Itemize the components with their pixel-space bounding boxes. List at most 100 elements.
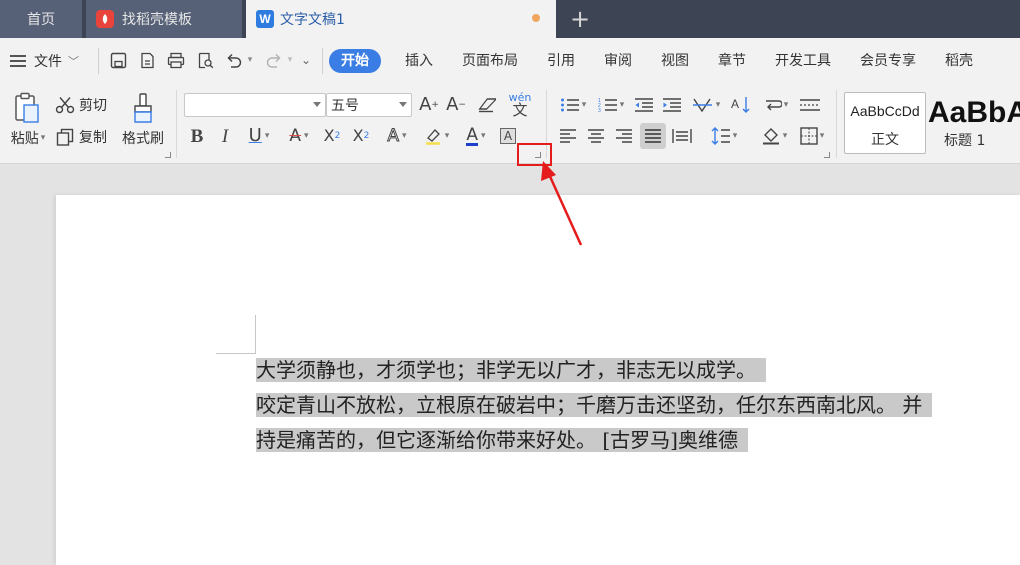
tab-insert[interactable]: 插入 bbox=[395, 49, 443, 73]
group-divider bbox=[176, 90, 177, 158]
tab-member[interactable]: 会员专享 bbox=[850, 49, 926, 73]
font-name-select[interactable] bbox=[184, 93, 326, 117]
table-of-contents-icon[interactable] bbox=[797, 93, 823, 117]
italic-icon[interactable]: I bbox=[214, 124, 236, 148]
print-preview-icon[interactable] bbox=[195, 50, 215, 70]
save-icon[interactable] bbox=[108, 50, 128, 70]
paragraph-launcher-icon[interactable] bbox=[824, 152, 830, 158]
tab-section[interactable]: 章节 bbox=[708, 49, 756, 73]
scissors-icon bbox=[55, 97, 75, 114]
print-icon[interactable] bbox=[166, 50, 186, 70]
brush-icon bbox=[134, 93, 152, 123]
justify-icon[interactable] bbox=[640, 123, 666, 149]
redo-icon[interactable] bbox=[264, 50, 284, 70]
paste-menu-button[interactable]: 粘贴 ▾ bbox=[6, 128, 50, 148]
clipboard-icon bbox=[15, 92, 39, 123]
tab-document[interactable]: W 文字文稿1 bbox=[246, 0, 556, 38]
tab-daoke-label: 找稻壳模板 bbox=[122, 12, 192, 28]
format-painter-label: 格式刷 bbox=[122, 131, 164, 147]
tab-document-label: 文字文稿1 bbox=[280, 12, 345, 28]
paste-button[interactable] bbox=[6, 90, 48, 126]
copy-button[interactable]: 复制 bbox=[55, 126, 111, 148]
customize-toolbar-icon[interactable]: ⌄ bbox=[296, 50, 316, 70]
borders-icon[interactable]: ▾ bbox=[794, 124, 830, 148]
font-color-icon[interactable]: A ▾ bbox=[459, 124, 493, 148]
file-menu-button[interactable]: 文件 ﹀ bbox=[10, 50, 79, 72]
subscript-icon[interactable]: X2 bbox=[349, 124, 373, 148]
chinese-layout-icon[interactable]: ▾ bbox=[688, 93, 724, 117]
paragraph-line[interactable]: 咬定青山不放松，立根原在破岩中；千磨万击还坚劲，任尔东西南北风。 并 bbox=[256, 388, 1020, 422]
sort-icon[interactable]: A bbox=[729, 93, 753, 117]
style-heading-1[interactable]: AaBbA 标题 1 bbox=[928, 92, 1020, 154]
tab-page-layout[interactable]: 页面布局 bbox=[452, 49, 528, 73]
unsaved-dot-icon bbox=[532, 14, 540, 22]
copy-icon bbox=[56, 128, 74, 146]
phonetic-guide-icon[interactable]: wén 文 bbox=[503, 92, 537, 118]
text-effect-icon[interactable]: A ▾ bbox=[380, 124, 414, 148]
shrink-font-icon[interactable]: A − bbox=[445, 93, 467, 117]
document-page[interactable]: 大学须静也，才须学也；非学无以广才，非志无以成学。 咬定青山不放松，立根原在破岩… bbox=[56, 195, 1020, 565]
tab-daoke[interactable]: 稻壳 bbox=[935, 49, 983, 73]
ribbon-toolbar: 粘贴 ▾ 剪切 复制 格式刷 五号 A + A − wén 文 B I U ▾ A ▾ … bbox=[0, 84, 1020, 164]
divider bbox=[322, 48, 323, 74]
tab-home[interactable]: 首页 bbox=[0, 0, 82, 38]
document-area: 大学须静也，才须学也；非学无以广才，非志无以成学。 咬定青山不放松，立根原在破岩… bbox=[0, 165, 1020, 565]
highlight-color-icon[interactable]: ▾ bbox=[419, 124, 453, 148]
style-heading-1-label: 标题 1 bbox=[944, 133, 986, 149]
increase-indent-icon[interactable] bbox=[660, 93, 684, 117]
shading-icon[interactable]: ▾ bbox=[756, 124, 792, 148]
paragraph-line[interactable]: 大学须静也，才须学也；非学无以广才，非志无以成学。 bbox=[256, 353, 766, 387]
underline-icon[interactable]: U ▾ bbox=[242, 124, 276, 148]
line-spacing-icon[interactable]: ▾ bbox=[706, 124, 742, 148]
margin-marker bbox=[216, 353, 256, 354]
align-left-icon[interactable] bbox=[556, 124, 580, 148]
style-normal[interactable]: AaBbCcDd 正文 bbox=[844, 92, 926, 154]
bold-icon[interactable]: B bbox=[186, 124, 208, 148]
font-size-select[interactable]: 五号 bbox=[326, 93, 412, 117]
tab-start[interactable]: 开始 bbox=[329, 49, 381, 73]
daoke-logo-icon bbox=[96, 10, 114, 28]
superscript-icon[interactable]: X2 bbox=[320, 124, 344, 148]
align-right-icon[interactable] bbox=[612, 124, 636, 148]
chevron-down-icon: ﹀ bbox=[68, 55, 79, 68]
chevron-down-icon bbox=[313, 102, 321, 107]
writer-logo-icon: W bbox=[256, 10, 274, 28]
clear-format-icon[interactable] bbox=[474, 93, 498, 117]
distributed-align-icon[interactable] bbox=[670, 124, 694, 148]
margin-marker bbox=[255, 315, 256, 353]
paragraph-line[interactable]: 持是痛苦的，但它逐渐给你带来好处。 [古罗马]奥维德 bbox=[256, 423, 748, 457]
format-painter-icon-button[interactable] bbox=[118, 90, 168, 126]
tab-daoke-templates[interactable]: 找稻壳模板 bbox=[86, 0, 242, 38]
divider bbox=[98, 48, 99, 74]
align-center-icon[interactable] bbox=[584, 124, 608, 148]
undo-icon[interactable] bbox=[224, 50, 244, 70]
undo-dropdown-icon[interactable]: ▾ bbox=[244, 50, 256, 70]
tab-references[interactable]: 引用 bbox=[537, 49, 585, 73]
show-marks-icon[interactable]: ▾ bbox=[759, 93, 793, 117]
export-pdf-icon[interactable] bbox=[137, 50, 157, 70]
cut-label: 剪切 bbox=[79, 98, 107, 114]
annotation-highlight-box bbox=[517, 143, 552, 166]
selected-text: 大学须静也，才须学也；非学无以广才，非志无以成学。 bbox=[256, 358, 766, 382]
selected-text: 持是痛苦的，但它逐渐给你带来好处。 [古罗马]奥维德 bbox=[256, 428, 748, 452]
redo-dropdown-icon[interactable]: ▾ bbox=[284, 50, 296, 70]
new-tab-button[interactable]: + bbox=[566, 0, 594, 38]
grow-font-icon[interactable]: A + bbox=[418, 93, 440, 117]
format-painter-button[interactable]: 格式刷 bbox=[118, 128, 168, 148]
numbered-list-icon[interactable]: 123 ▾ bbox=[594, 93, 628, 117]
file-menu-label: 文件 bbox=[34, 54, 62, 70]
chevron-down-icon bbox=[399, 102, 407, 107]
cut-button[interactable]: 剪切 bbox=[55, 94, 111, 116]
tab-developer[interactable]: 开发工具 bbox=[765, 49, 841, 73]
character-border-icon[interactable]: A bbox=[498, 126, 518, 146]
tab-view[interactable]: 视图 bbox=[651, 49, 699, 73]
strikethrough-icon[interactable]: A ▾ bbox=[281, 124, 317, 148]
clipboard-launcher-icon[interactable] bbox=[165, 152, 171, 158]
font-size-value: 五号 bbox=[331, 98, 359, 114]
bullet-list-icon[interactable]: ▾ bbox=[556, 93, 590, 117]
svg-text:A: A bbox=[731, 97, 739, 111]
decrease-indent-icon[interactable] bbox=[632, 93, 656, 117]
svg-text:3: 3 bbox=[598, 108, 601, 113]
style-heading-1-sample: AaBbA bbox=[928, 96, 1020, 129]
tab-review[interactable]: 审阅 bbox=[594, 49, 642, 73]
